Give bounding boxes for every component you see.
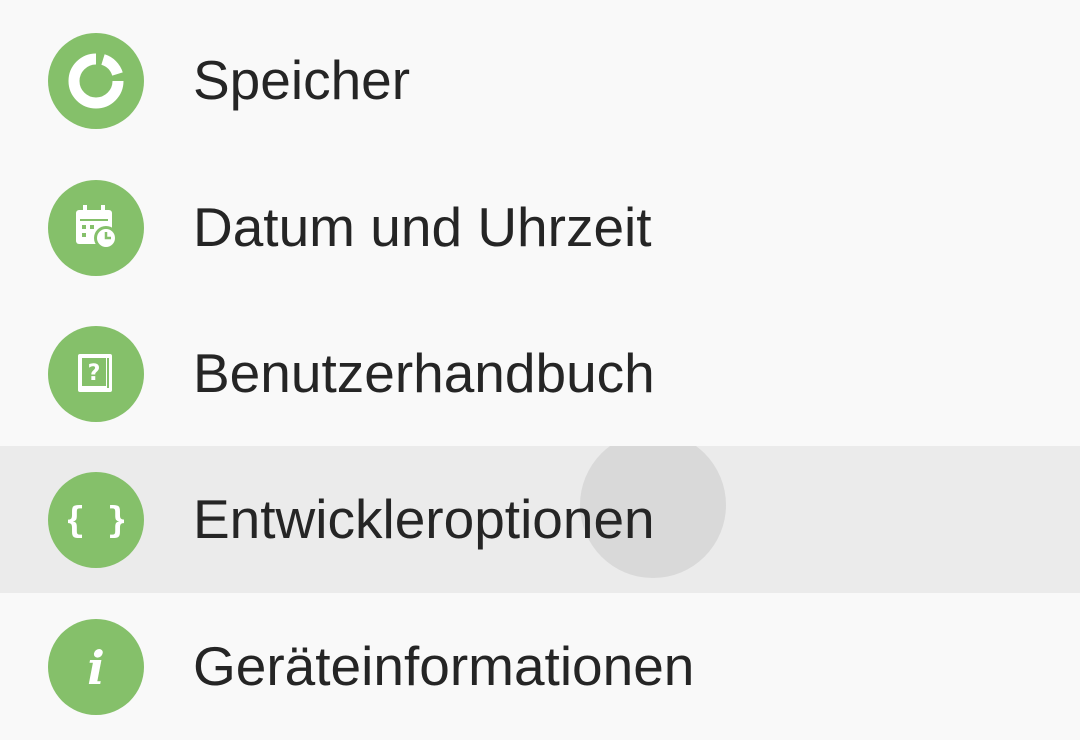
settings-item-developer-options[interactable]: { } Entwickleroptionen [0, 446, 1080, 593]
settings-item-label: Geräteinformationen [193, 635, 695, 697]
storage-icon [48, 33, 144, 129]
svg-text:?: ? [88, 361, 101, 386]
device-info-icon: i [48, 619, 144, 715]
settings-item-storage[interactable]: Speicher [0, 7, 1080, 154]
settings-item-user-manual[interactable]: ? Benutzerhandbuch [0, 300, 1080, 447]
settings-item-label: Benutzerhandbuch [193, 342, 655, 404]
settings-item-label: Entwickleroptionen [193, 488, 655, 550]
settings-item-device-info[interactable]: i Geräteinformationen [0, 593, 1080, 740]
svg-text:i: i [87, 641, 104, 695]
date-time-icon [48, 180, 144, 276]
svg-text:{ }: { } [68, 500, 124, 541]
settings-item-date-time[interactable]: Datum und Uhrzeit [0, 154, 1080, 301]
settings-list: Speicher Datum und Uhrzeit ? Benutzerhan… [0, 0, 1080, 740]
settings-item-label: Speicher [193, 49, 411, 111]
user-manual-icon: ? [48, 326, 144, 422]
developer-options-icon: { } [48, 472, 144, 568]
settings-item-label: Datum und Uhrzeit [193, 196, 652, 258]
